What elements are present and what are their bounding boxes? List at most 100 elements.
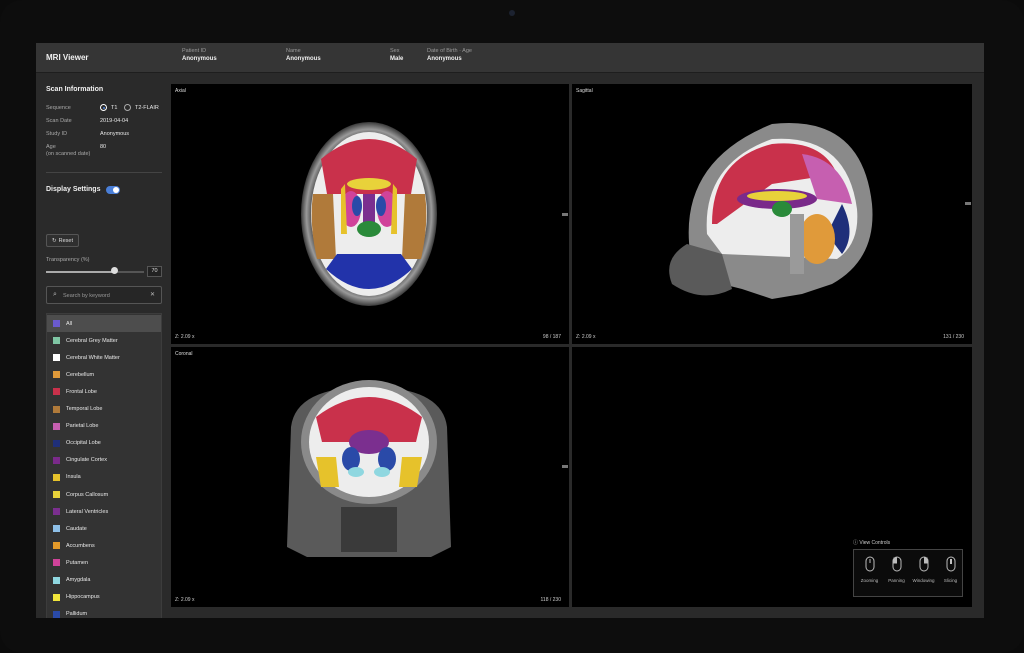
region-item[interactable]: Cerebral Grey Matter xyxy=(47,332,161,349)
name-value: Anonymous xyxy=(286,56,321,62)
name-label: Name xyxy=(286,48,301,54)
sagittal-zoom-readout: Z: 2.09 x xyxy=(576,334,596,340)
region-color-swatch xyxy=(53,473,60,481)
region-label: Amygdala xyxy=(66,577,91,583)
coronal-view[interactable]: Coronal Z: 2.09 x 118 / 230 xyxy=(171,347,569,607)
display-settings-toggle[interactable] xyxy=(106,186,120,194)
region-item[interactable]: Insula xyxy=(47,469,161,486)
view-controls-panel: Zooming Panning Windowing Slicing xyxy=(853,549,963,597)
region-color-swatch xyxy=(53,610,60,618)
axial-view[interactable]: Axial Z: 2.09 x 98 / 187 xyxy=(171,84,569,344)
region-color-swatch xyxy=(53,525,60,533)
region-label: Occipital Lobe xyxy=(66,440,101,447)
sagittal-slice-scroll-handle[interactable] xyxy=(965,202,971,205)
transparency-value[interactable]: 70 xyxy=(147,266,162,277)
region-label: Temporal Lobe xyxy=(66,406,103,412)
sagittal-view[interactable]: Sagittal Z: 2.09 x 131 / 230 xyxy=(572,84,972,344)
region-item[interactable]: Cingulate Cortex xyxy=(47,452,161,469)
coronal-mri-image xyxy=(287,380,451,557)
region-label: Putamen xyxy=(66,559,89,566)
dob-info: Date of Birth · Age Anonymous xyxy=(427,48,472,62)
pan-control: Panning xyxy=(883,556,910,583)
coronal-slice-scroll-handle[interactable] xyxy=(562,465,568,468)
region-color-swatch xyxy=(53,422,60,430)
region-label: Cerebellum xyxy=(66,371,95,378)
region-item[interactable]: Caudate xyxy=(47,520,161,537)
region-label: Lateral Ventricles xyxy=(66,508,109,515)
search-field[interactable]: ⌕ ✕ xyxy=(46,286,162,304)
name-info: Name Anonymous xyxy=(286,48,321,62)
sequence-t1-radio[interactable] xyxy=(100,104,107,111)
dob-value: Anonymous xyxy=(427,56,462,62)
patient-id-info: Patient ID Anonymous xyxy=(182,48,217,62)
camera-dot xyxy=(509,10,515,16)
transparency-slider-fill xyxy=(46,271,115,273)
region-color-swatch xyxy=(53,508,60,516)
region-item[interactable]: Frontal Lobe xyxy=(47,383,161,400)
mouse-pan-icon xyxy=(892,556,901,572)
window-control: Windowing xyxy=(910,556,937,583)
patient-id-label: Patient ID xyxy=(182,48,207,54)
clear-icon[interactable]: ✕ xyxy=(150,291,155,298)
region-item[interactable]: All xyxy=(47,315,161,332)
pan-control-label: Panning xyxy=(888,578,905,583)
sequence-t1-label[interactable]: T1 xyxy=(111,105,117,111)
slice-control-label: Slicing xyxy=(943,578,958,583)
axial-zoom-readout: Z: 2.09 x xyxy=(175,334,195,340)
region-color-swatch xyxy=(53,542,60,550)
coronal-slice-readout: 118 / 230 xyxy=(540,597,561,603)
view-controls-title-text: View Controls xyxy=(859,540,891,546)
transparency-slider-track[interactable] xyxy=(46,271,144,273)
mouse-zoom-icon xyxy=(865,556,874,572)
section-divider xyxy=(46,172,162,173)
search-input[interactable] xyxy=(63,290,143,301)
region-label: Parietal Lobe xyxy=(66,423,99,430)
region-color-swatch xyxy=(53,320,60,327)
app-title: MRI Viewer xyxy=(46,53,89,62)
region-item[interactable]: Accumbens xyxy=(47,537,161,554)
region-color-swatch xyxy=(53,439,60,447)
reset-button[interactable]: ↻ Reset xyxy=(46,234,79,247)
region-item[interactable]: Pallidum xyxy=(47,606,161,618)
slice-control: Slicing xyxy=(937,556,964,583)
scan-info-title: Scan Information xyxy=(46,86,104,93)
region-label: Cingulate Cortex xyxy=(66,457,107,464)
region-label: Insula xyxy=(66,474,81,481)
region-item[interactable]: Amygdala xyxy=(47,572,161,589)
display-settings-title: Display Settings xyxy=(46,186,101,193)
scan-date-label: Scan Date xyxy=(46,118,72,124)
transparency-label: Transparency (%) xyxy=(46,257,90,263)
horizontal-pane-divider[interactable] xyxy=(171,344,972,347)
region-item[interactable]: Cerebellum xyxy=(47,366,161,383)
region-label: Corpus Callosum xyxy=(66,491,109,498)
region-color-swatch xyxy=(53,559,60,567)
region-label: Caudate xyxy=(66,525,87,532)
reset-label: Reset xyxy=(58,237,73,244)
sex-label: Sex xyxy=(390,48,400,54)
axial-slice-scroll-handle[interactable] xyxy=(562,213,568,216)
study-id-label: Study ID xyxy=(46,131,68,137)
region-label: Pallidum xyxy=(66,611,88,618)
region-color-swatch xyxy=(53,337,60,345)
region-item[interactable]: Temporal Lobe xyxy=(47,401,161,418)
axial-slice-readout: 98 / 187 xyxy=(542,334,561,340)
sequence-t2-label[interactable]: T2-FLAIR xyxy=(135,105,159,111)
sequence-label: Sequence xyxy=(46,105,71,111)
sagittal-slice-readout: 131 / 230 xyxy=(943,334,964,340)
sidebar: Scan Information Sequence T1 T2-FLAIR Sc… xyxy=(36,74,168,618)
region-item[interactable]: Occipital Lobe xyxy=(47,435,161,452)
viewer-grid: Axial Z: 2.09 x 98 / 187 Sagittal Z: 2.0… xyxy=(171,84,972,607)
region-item[interactable]: Cerebral White Matter xyxy=(47,349,161,366)
region-item[interactable]: Lateral Ventricles xyxy=(47,503,161,520)
view-controls-title: ⓘ View Controls xyxy=(853,539,890,546)
region-label: Cerebral White Matter xyxy=(66,354,120,361)
age-sublabel: (on scanned date) xyxy=(46,151,91,157)
coronal-zoom-readout: Z: 2.09 x xyxy=(175,597,195,603)
region-item[interactable]: Hippocampus xyxy=(47,589,161,606)
region-item[interactable]: Corpus Callosum xyxy=(47,486,161,503)
study-id-value: Anonymous xyxy=(100,131,130,137)
region-color-swatch xyxy=(53,456,60,464)
sequence-t2-radio[interactable] xyxy=(124,104,131,111)
region-item[interactable]: Parietal Lobe xyxy=(47,418,161,435)
region-item[interactable]: Putamen xyxy=(47,554,161,571)
